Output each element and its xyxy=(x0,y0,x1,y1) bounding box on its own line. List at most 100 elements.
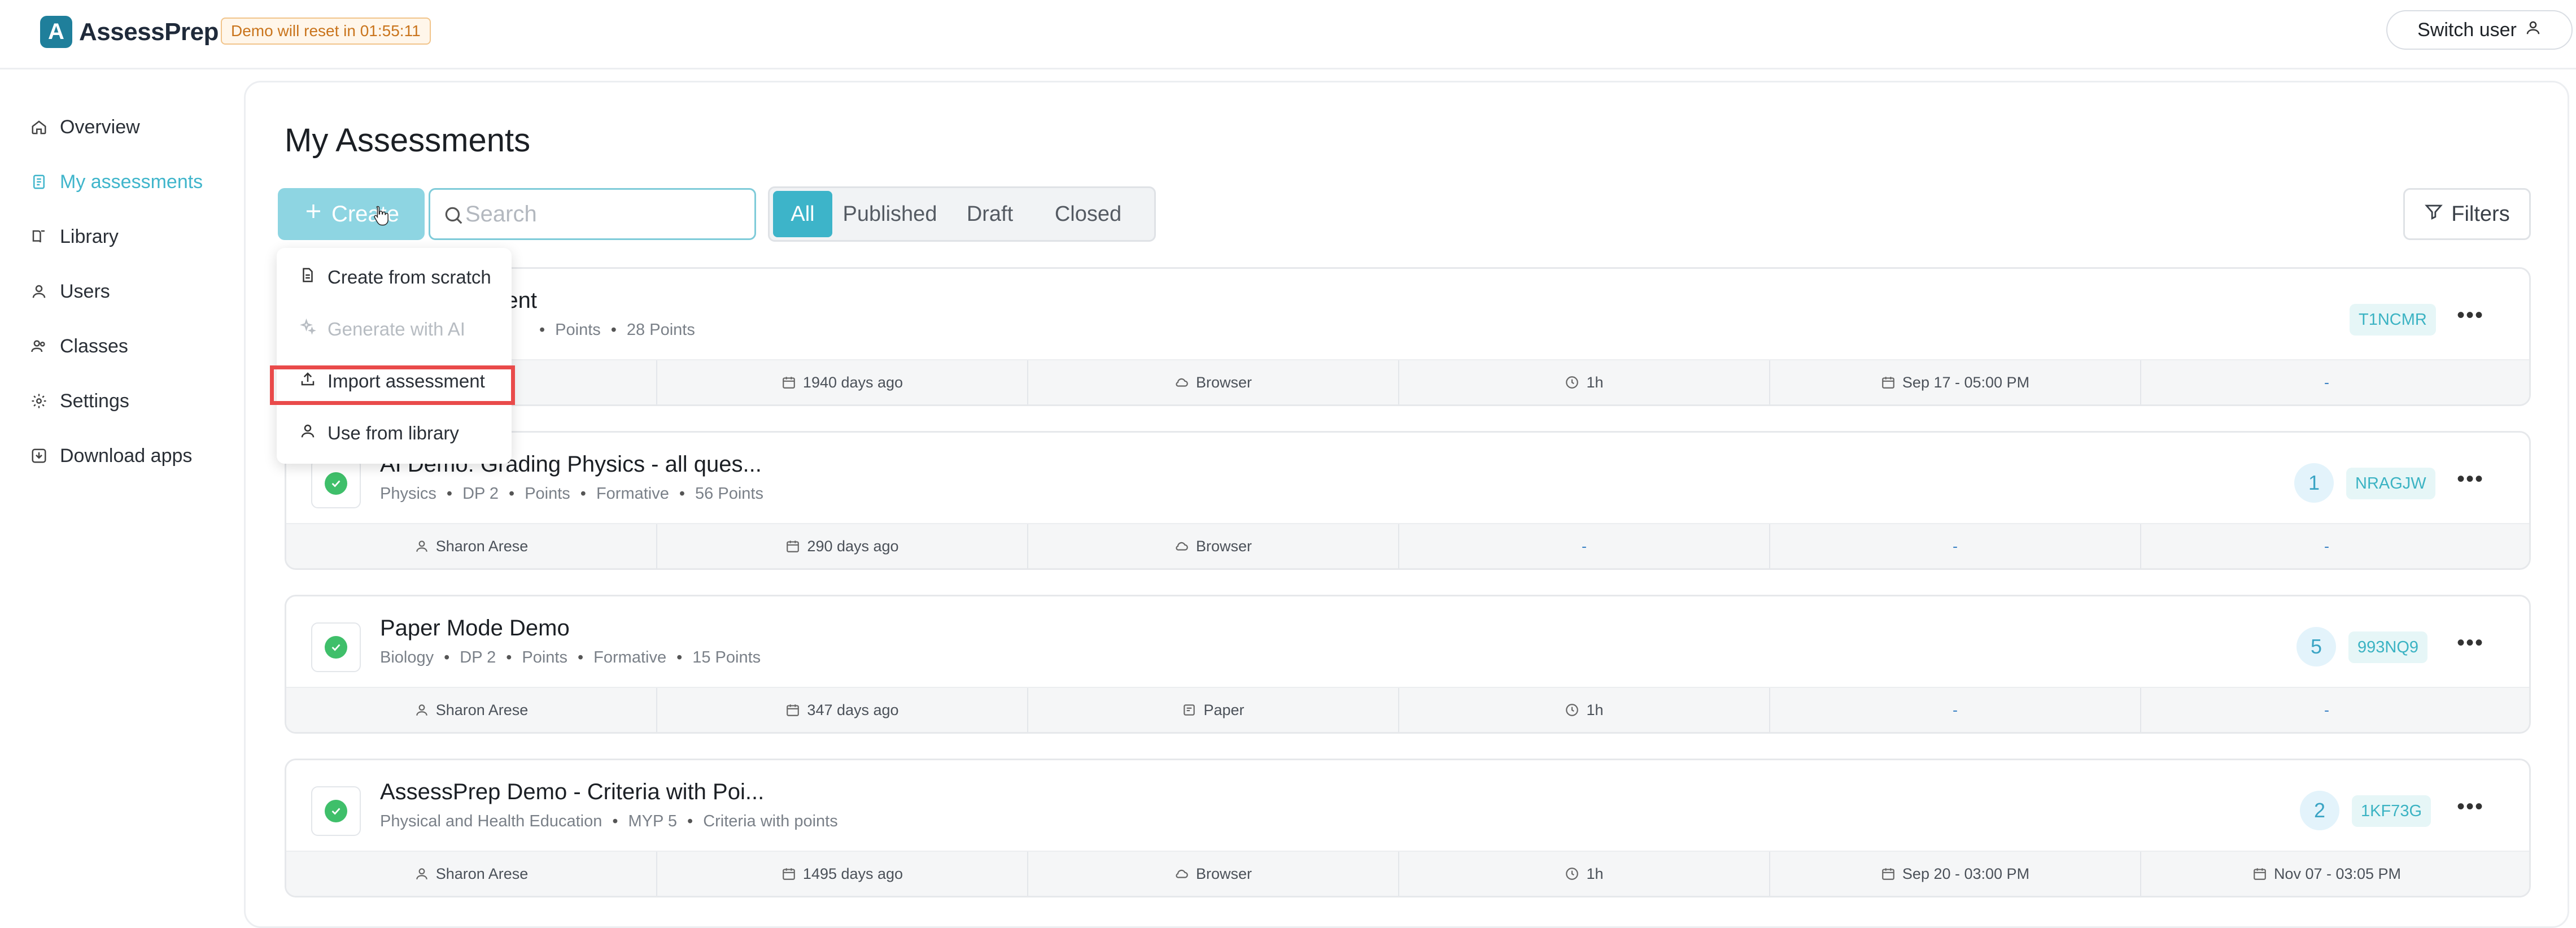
footer-mode: Browser xyxy=(1028,360,1399,404)
filter-icon xyxy=(2424,202,2443,226)
assessment-meta: Biology • DP 2 • Points • Formative • 15 Points xyxy=(380,648,761,666)
sidebar-item-download-apps[interactable]: Download apps xyxy=(0,433,244,478)
assessment-code-badge: T1NCMR xyxy=(2350,304,2436,336)
user-icon xyxy=(416,541,427,552)
plus-icon xyxy=(303,201,324,227)
published-check-icon xyxy=(311,786,361,836)
clock-icon xyxy=(1566,704,1579,716)
file-icon xyxy=(299,267,316,288)
user-icon xyxy=(299,422,316,444)
hand-cursor-icon xyxy=(373,204,390,230)
cloud-icon xyxy=(1176,542,1188,551)
calendar-icon xyxy=(1882,377,1894,389)
published-check-icon xyxy=(311,459,361,508)
tab-published[interactable]: Published xyxy=(832,191,948,237)
sidebar: Overview My assessments Library Users Cl… xyxy=(0,69,244,917)
document-icon xyxy=(29,172,49,191)
assessment-card[interactable]: AssessPrep Demo - Criteria with Poi... P… xyxy=(285,759,2531,897)
assessment-meta: Physics • DP 2 • Points • Formative • 56 Points xyxy=(380,485,763,503)
create-button[interactable]: Create xyxy=(278,188,425,240)
footer-created: 347 days ago xyxy=(657,688,1028,732)
highlight-box xyxy=(270,365,515,405)
more-options-icon[interactable]: ••• xyxy=(2457,794,2484,820)
footer-end: - xyxy=(2324,537,2329,555)
assessment-title[interactable]: Paper Mode Demo xyxy=(380,616,570,641)
calendar-icon xyxy=(1882,868,1894,880)
sidebar-item-settings[interactable]: Settings xyxy=(0,378,244,424)
sidebar-item-library[interactable]: Library xyxy=(0,214,244,259)
footer-created: 1495 days ago xyxy=(657,852,1028,896)
more-options-icon[interactable]: ••• xyxy=(2457,467,2484,492)
user-icon xyxy=(2525,19,2542,41)
assessment-meta: • Points • 28 Points xyxy=(539,321,695,339)
filters-label: Filters xyxy=(2451,202,2510,226)
footer-duration: 1h xyxy=(1399,360,1770,404)
assessment-footer: Sharon Arese 290 days ago Browser - - - xyxy=(286,523,2529,568)
footer-duration: 1h xyxy=(1399,852,1770,896)
assessment-code-badge: 1KF73G xyxy=(2352,795,2431,827)
search-icon xyxy=(443,204,464,229)
clock-icon xyxy=(1566,868,1579,880)
cloud-icon xyxy=(1176,869,1188,878)
sidebar-item-label: Overview xyxy=(60,116,140,138)
sidebar-item-label: Settings xyxy=(60,390,129,412)
calendar-icon xyxy=(783,868,795,880)
assessment-code-badge: NRAGJW xyxy=(2346,468,2435,499)
logo-text: AssessPrep xyxy=(79,18,219,46)
user-icon xyxy=(29,282,49,301)
tab-draft[interactable]: Draft xyxy=(948,191,1032,237)
assessment-title[interactable]: AssessPrep Demo - Criteria with Poi... xyxy=(380,779,764,805)
calendar-icon xyxy=(2254,868,2266,880)
footer-mode: Paper xyxy=(1028,688,1399,732)
assessment-meta: Physical and Health Education • MYP 5 • Crit… xyxy=(380,812,838,830)
logo-mark: A xyxy=(40,16,72,48)
sidebar-item-users[interactable]: Users xyxy=(0,269,244,314)
footer-start: - xyxy=(1770,688,2141,732)
assessment-card[interactable]: AI Demo: Grading Physics - all ques... P… xyxy=(285,431,2531,570)
assessment-footer: Sharon Arese 1495 days ago Browser 1h Se… xyxy=(286,851,2529,896)
paper-icon xyxy=(1184,704,1195,716)
footer-mode: Browser xyxy=(1028,852,1399,896)
switch-user-label: Switch user xyxy=(2417,19,2517,41)
published-check-icon xyxy=(311,622,361,672)
footer-start: Sep 20 - 03:00 PM xyxy=(1770,852,2141,896)
gear-icon xyxy=(29,391,49,411)
menu-item-use-from-library[interactable]: Use from library xyxy=(299,416,459,450)
filters-button[interactable]: Filters xyxy=(2403,188,2531,240)
tab-closed[interactable]: Closed xyxy=(1032,191,1144,237)
assessment-code-badge: 993NQ9 xyxy=(2348,631,2428,663)
sidebar-item-label: My assessments xyxy=(60,171,203,193)
more-options-icon[interactable]: ••• xyxy=(2457,630,2484,656)
tab-all[interactable]: All xyxy=(773,191,832,237)
more-options-icon[interactable]: ••• xyxy=(2457,303,2484,328)
page-title: My Assessments xyxy=(285,122,531,159)
switch-user-button[interactable]: Switch user xyxy=(2386,10,2573,50)
sidebar-item-my-assessments[interactable]: My assessments xyxy=(0,159,244,204)
footer-created: 290 days ago xyxy=(657,524,1028,568)
search-field[interactable] xyxy=(429,188,756,240)
search-input[interactable] xyxy=(464,201,737,228)
user-icon xyxy=(416,704,427,716)
footer-created: 1940 days ago xyxy=(657,360,1028,404)
assessment-card[interactable]: Paper Mode Demo Biology • DP 2 • Points • Form… xyxy=(285,595,2531,734)
assessment-footer: Sharon Arese 347 days ago Paper 1h - - xyxy=(286,687,2529,732)
demo-reset-badge: Demo will reset in 01:55:11 xyxy=(221,18,431,45)
sidebar-item-overview[interactable]: Overview xyxy=(0,104,244,150)
submission-count-badge: 2 xyxy=(2300,791,2339,830)
sidebar-item-label: Download apps xyxy=(60,445,193,467)
calendar-icon xyxy=(783,377,795,389)
sidebar-item-classes[interactable]: Classes xyxy=(0,324,244,369)
menu-item-create-from-scratch[interactable]: Create from scratch xyxy=(299,260,491,294)
app-logo[interactable]: A AssessPrep xyxy=(40,16,219,48)
download-icon xyxy=(29,446,49,465)
home-icon xyxy=(29,117,49,137)
create-dropdown-menu: Create from scratch Generate with AI Imp… xyxy=(277,248,512,464)
footer-start: - xyxy=(1770,524,2141,568)
footer-duration: 1h xyxy=(1399,688,1770,732)
book-icon xyxy=(29,227,49,246)
footer-mode: Browser xyxy=(1028,524,1399,568)
assessment-footer: se 1940 days ago Browser 1h Sep 17 - 05:… xyxy=(286,359,2529,404)
sidebar-item-label: Users xyxy=(60,280,110,302)
assessment-card[interactable]: sment •Points•28 Points T1NCMR ••• se 19… xyxy=(285,267,2531,406)
footer-end: Nov 07 - 03:05 PM xyxy=(2141,852,2512,896)
